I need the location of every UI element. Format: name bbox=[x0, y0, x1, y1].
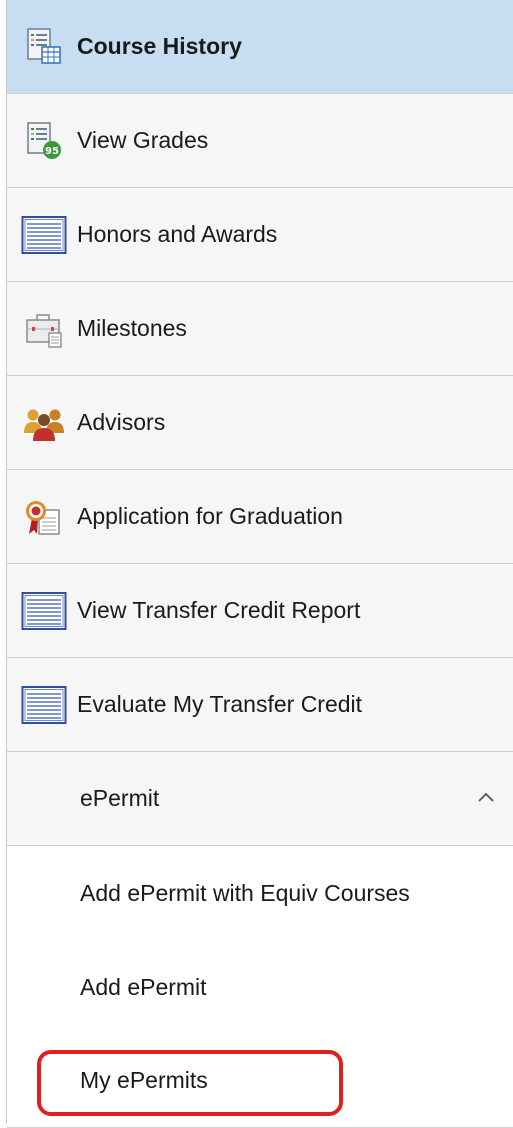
sidebar-item-label: View Transfer Credit Report bbox=[77, 597, 361, 623]
sidebar-subitem-label: Add ePermit bbox=[80, 973, 207, 1000]
sidebar-item-label: Application for Graduation bbox=[77, 503, 343, 529]
sidebar-item-evaluate-my-transfer-credit[interactable]: Evaluate My Transfer Credit bbox=[7, 658, 513, 752]
sidebar-subitem-label: Add ePermit with Equiv Courses bbox=[80, 879, 410, 906]
sidebar-subitem-add-epermit-with-equiv-courses[interactable]: Add ePermit with Equiv Courses bbox=[7, 846, 513, 940]
list-document-icon bbox=[21, 213, 67, 257]
view-grades-icon: 95 bbox=[21, 119, 67, 163]
sidebar-item-label: Evaluate My Transfer Credit bbox=[77, 691, 363, 717]
award-ribbon-icon bbox=[21, 495, 67, 539]
briefcase-icon bbox=[21, 307, 67, 351]
list-document-icon bbox=[21, 589, 67, 633]
sidebar-item-label: Advisors bbox=[77, 409, 166, 435]
sidebar-item-advisors[interactable]: Advisors bbox=[7, 376, 513, 470]
sidebar-item-label: Milestones bbox=[77, 315, 187, 341]
sidebar-item-milestones[interactable]: Milestones bbox=[7, 282, 513, 376]
sidebar-item-honors-and-awards[interactable]: Honors and Awards bbox=[7, 188, 513, 282]
sidebar-item-view-transfer-credit-report[interactable]: View Transfer Credit Report bbox=[7, 564, 513, 658]
sidebar-item-label: Honors and Awards bbox=[77, 221, 278, 247]
sidebar-group-epermit[interactable]: ePermit bbox=[7, 752, 513, 846]
sidebar-group-label: ePermit bbox=[80, 785, 160, 811]
sidebar-item-label: View Grades bbox=[77, 127, 209, 153]
sidebar-item-view-grades[interactable]: 95 View Grades bbox=[7, 94, 513, 188]
chevron-up-icon[interactable] bbox=[475, 786, 497, 808]
sidebar-item-label: Course History bbox=[77, 33, 242, 59]
list-document-icon bbox=[21, 683, 67, 727]
svg-text:95: 95 bbox=[45, 146, 59, 157]
sidebar-item-course-history[interactable]: Course History bbox=[7, 0, 513, 94]
sidebar-nav: Course History 95 View Grades Honors and… bbox=[6, 0, 513, 1128]
sidebar-item-application-for-graduation[interactable]: Application for Graduation bbox=[7, 470, 513, 564]
sidebar-subitem-label: My ePermits bbox=[80, 1067, 208, 1093]
people-icon bbox=[21, 401, 67, 445]
course-history-icon bbox=[21, 25, 67, 69]
sidebar-subitem-my-epermits[interactable]: My ePermits bbox=[7, 1034, 513, 1128]
sidebar-subitem-add-epermit[interactable]: Add ePermit bbox=[7, 940, 513, 1034]
